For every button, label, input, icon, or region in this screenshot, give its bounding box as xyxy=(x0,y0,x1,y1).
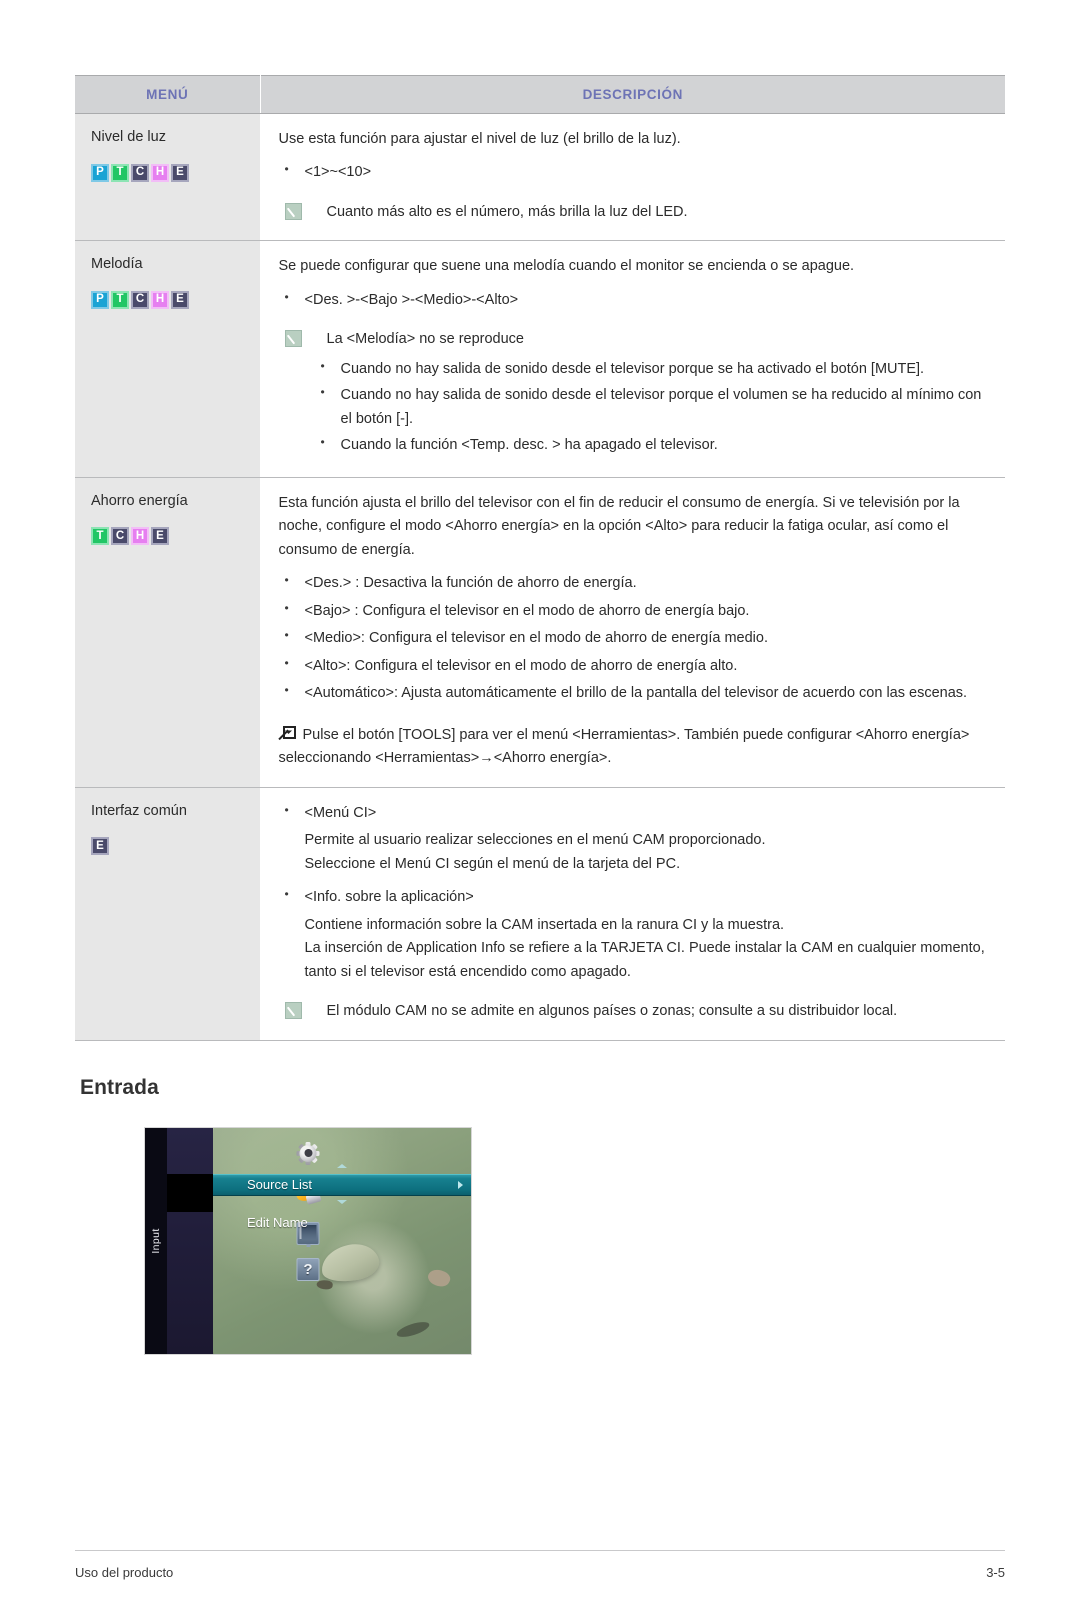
menu-item-label: Melodía xyxy=(91,256,143,273)
bullet-list: <Des.> : Desactiva la función de ahorro … xyxy=(279,571,992,705)
table-row: Ahorro energía T C H E Esta función ajus… xyxy=(75,477,1005,788)
osd-side-label-bar: Input xyxy=(145,1127,167,1354)
menu-description-table: MENÚ DESCRIPCIÓN Nivel de luz P T C H E xyxy=(75,75,1005,1041)
osd-icon-rail xyxy=(167,1127,213,1354)
badge-c: C xyxy=(111,527,129,546)
tv-osd-screenshot: Input ? Source List Edit Name xyxy=(145,1127,471,1354)
bullet-list: <1>~<10> xyxy=(279,160,992,184)
bullet-list: <Info. sobre la aplicación> xyxy=(279,885,992,909)
badge-p: P xyxy=(91,291,109,310)
menu-cell: Interfaz común E xyxy=(75,787,261,1041)
list-item: <Info. sobre la aplicación> xyxy=(279,885,992,909)
list-item: <Automático>: Ajusta automáticamente el … xyxy=(279,681,992,705)
list-item: Cuando no hay salida de sonido desde el … xyxy=(315,357,992,381)
badge-e: E xyxy=(151,527,169,546)
osd-side-label: Input xyxy=(150,1227,162,1254)
page-footer: Uso del producto 3-5 xyxy=(75,1550,1005,1580)
document-page: MENÚ DESCRIPCIÓN Nivel de luz P T C H E xyxy=(0,75,1080,1602)
table-row: Melodía P T C H E Se puede configurar qu… xyxy=(75,240,1005,478)
note-text: Cuanto más alto es el número, más brilla… xyxy=(326,203,688,220)
column-header-description: DESCRIPCIÓN xyxy=(260,75,1005,114)
badge-e: E xyxy=(91,837,109,856)
list-item: <Menú CI> xyxy=(279,801,992,825)
description-line: La inserción de Application Info se refi… xyxy=(304,940,985,980)
footer-left-text: Uso del producto xyxy=(75,1565,174,1580)
description-line: Seleccione el Menú CI según el menú de l… xyxy=(304,855,681,872)
note-icon xyxy=(284,202,302,220)
description-intro: Se puede configurar que suene una melodí… xyxy=(278,258,855,275)
badge-p: P xyxy=(91,163,109,182)
badge-h: H xyxy=(131,527,149,546)
description-line: Permite al usuario realizar selecciones … xyxy=(304,832,766,849)
menu-item-label: Ahorro energía xyxy=(91,492,188,509)
osd-menu-item-edit-name[interactable]: Edit Name xyxy=(213,1212,471,1234)
note-block: Cuanto más alto es el número, más brilla… xyxy=(279,201,992,224)
description-cell: Esta función ajusta el brillo del televi… xyxy=(260,477,1005,788)
badge-group: P T C H E xyxy=(91,163,260,182)
osd-screen: Input ? Source List Edit Name xyxy=(145,1127,471,1354)
column-header-menu: MENÚ xyxy=(75,75,261,114)
footer-page-number: 3-5 xyxy=(986,1565,1005,1580)
note-block: La <Melodía> no se reproduce xyxy=(279,328,992,351)
description-cell: Se puede configurar que suene una melodí… xyxy=(260,240,1005,478)
note-text: El módulo CAM no se admite en algunos pa… xyxy=(326,1003,898,1020)
note-block: El módulo CAM no se admite en algunos pa… xyxy=(279,1000,992,1023)
footer-divider xyxy=(75,1550,1005,1551)
badge-group: T C H E xyxy=(91,527,260,546)
menu-cell: Melodía P T C H E xyxy=(75,240,261,478)
badge-h: H xyxy=(151,163,169,182)
list-item: <Bajo> : Configura el televisor en el mo… xyxy=(279,599,992,623)
badge-t: T xyxy=(111,163,129,182)
sub-bullet-list: Cuando no hay salida de sonido desde el … xyxy=(315,357,992,458)
menu-item-label: Interfaz común xyxy=(91,802,187,819)
description-cell: Use esta función para ajustar el nivel d… xyxy=(260,113,1005,242)
section-title: Entrada xyxy=(80,1075,159,1099)
tools-icon xyxy=(279,725,296,742)
badge-c: C xyxy=(131,291,149,310)
note-text: La <Melodía> no se reproduce xyxy=(326,331,525,348)
tools-note-text: Pulse el botón [TOOLS] para ver el menú … xyxy=(278,726,970,767)
table-header-row: MENÚ DESCRIPCIÓN xyxy=(75,75,1005,114)
list-item: <Des. >-<Bajo >-<Medio>-<Alto> xyxy=(279,288,992,312)
note-icon xyxy=(284,330,302,348)
badge-group: P T C H E xyxy=(91,291,260,310)
chevron-right-icon xyxy=(458,1180,463,1189)
osd-rail-selected-backdrop xyxy=(167,1173,213,1212)
description-cell: <Menú CI> Permite al usuario realizar se… xyxy=(260,787,1005,1041)
menu-item-label: Nivel de luz xyxy=(91,129,166,145)
list-item: <Medio>: Configura el televisor en el mo… xyxy=(279,626,992,650)
list-item: <Alto>: Configura el televisor en el mod… xyxy=(279,654,992,678)
tools-note-block: Pulse el botón [TOOLS] para ver el menú … xyxy=(279,724,992,771)
table-row: Nivel de luz P T C H E Use esta función … xyxy=(75,113,1005,242)
list-item: Cuando la función <Temp. desc. > ha apag… xyxy=(315,433,992,457)
osd-menu-list: Source List Edit Name xyxy=(213,1128,471,1354)
osd-menu-item-label: Edit Name xyxy=(247,1215,308,1231)
scroll-up-indicator-icon xyxy=(337,1163,347,1168)
description-line: Contiene información sobre la CAM insert… xyxy=(304,916,785,933)
menu-cell: Nivel de luz P T C H E xyxy=(75,113,261,242)
badge-e: E xyxy=(171,163,189,182)
bullet-list: <Des. >-<Bajo >-<Medio>-<Alto> xyxy=(279,288,992,312)
list-item: <Des.> : Desactiva la función de ahorro … xyxy=(279,571,992,595)
badge-h: H xyxy=(151,291,169,310)
badge-group: E xyxy=(91,837,260,856)
badge-c: C xyxy=(131,163,149,182)
table-row: Interfaz común E <Menú CI> Permite al us… xyxy=(75,787,1005,1041)
bullet-list: <Menú CI> xyxy=(279,801,992,825)
badge-e: E xyxy=(171,291,189,310)
menu-cell: Ahorro energía T C H E xyxy=(75,477,261,788)
list-item: <1>~<10> xyxy=(279,160,992,184)
description-intro: Esta función ajusta el brillo del televi… xyxy=(278,494,960,558)
osd-menu-item-source-list[interactable]: Source List xyxy=(213,1173,471,1196)
osd-menu-item-label: Source List xyxy=(247,1177,313,1193)
description-intro: Use esta función para ajustar el nivel d… xyxy=(278,131,681,147)
list-item: Cuando no hay salida de sonido desde el … xyxy=(315,383,992,431)
badge-t: T xyxy=(111,291,129,310)
scroll-down-indicator-icon xyxy=(337,1199,347,1204)
note-icon xyxy=(284,1002,302,1020)
badge-t: T xyxy=(91,527,109,546)
